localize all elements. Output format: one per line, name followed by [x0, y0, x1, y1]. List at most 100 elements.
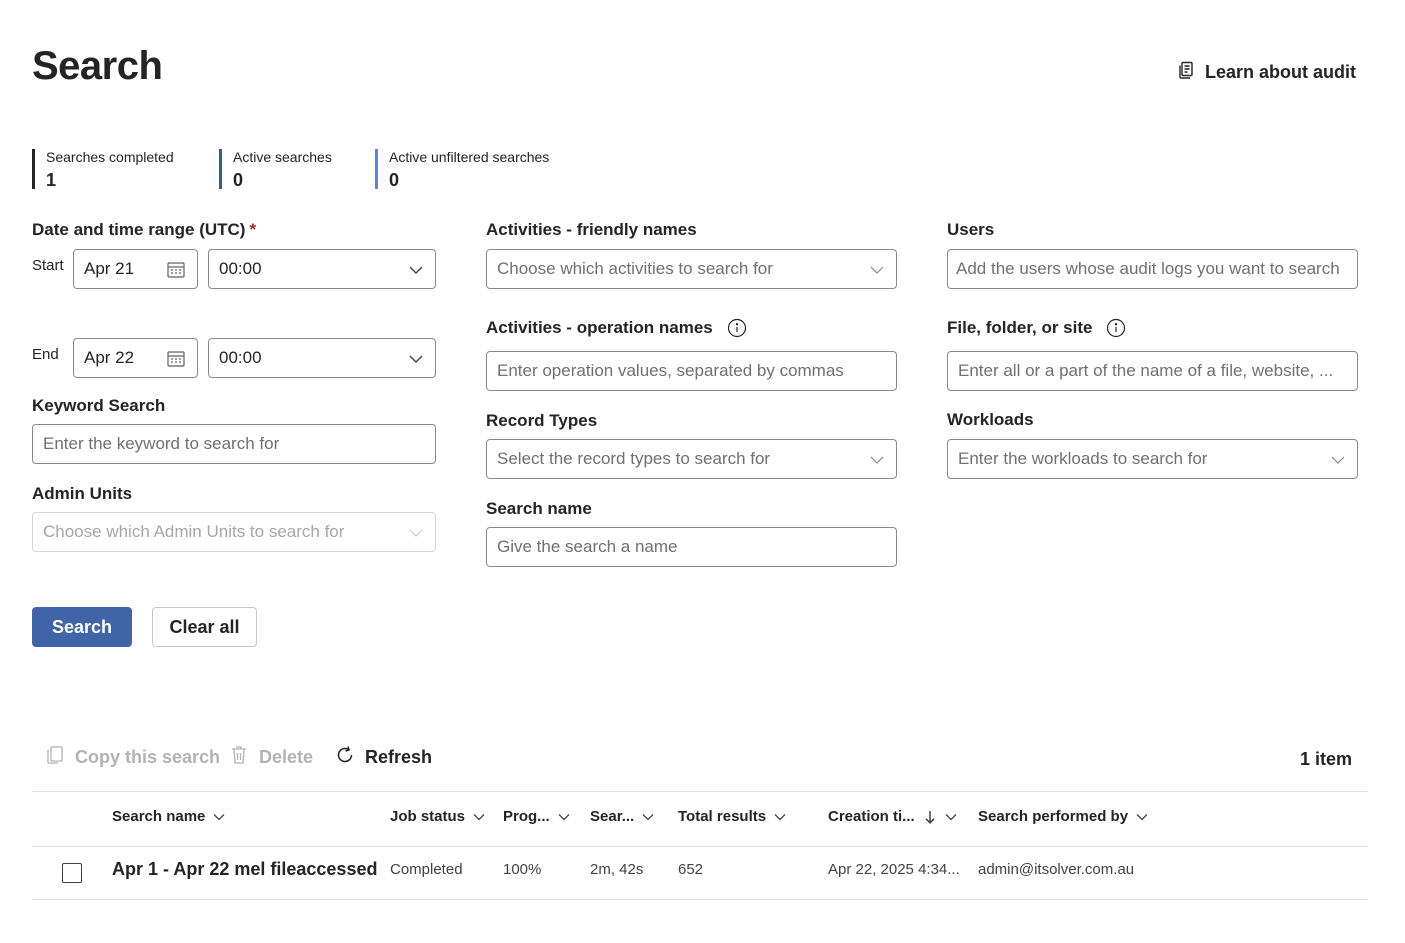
chevron-down-icon — [774, 813, 786, 820]
activities-friendly-select[interactable]: Choose which activities to search for — [486, 249, 897, 289]
row-divider — [32, 899, 1368, 900]
copy-search-button: Copy this search — [44, 744, 220, 771]
end-date-picker[interactable]: Apr 22 — [73, 338, 198, 378]
end-label: End — [32, 346, 59, 363]
chevron-down-icon — [1136, 813, 1148, 820]
activities-friendly-placeholder: Choose which activities to search for — [497, 259, 773, 278]
search-name-input[interactable]: Give the search a name — [486, 527, 897, 567]
column-header-label: Total results — [678, 808, 767, 825]
stat-label: Active searches — [233, 149, 332, 165]
start-time-value: 00:00 — [219, 259, 262, 278]
row-creation-time: Apr 22, 2025 4:34... — [828, 861, 960, 878]
chevron-down-icon — [558, 813, 570, 820]
end-date-value: Apr 22 — [84, 348, 135, 367]
column-header-job-status[interactable]: Job status — [390, 808, 485, 825]
keyword-search-input[interactable]: Enter the keyword to search for — [32, 424, 436, 464]
chevron-down-icon — [870, 453, 884, 467]
stat-label: Active unfiltered searches — [389, 149, 550, 165]
column-header-label: Search name — [112, 808, 206, 825]
row-search-time: 2m, 42s — [590, 861, 644, 878]
toolbar-divider — [32, 791, 1368, 792]
record-types-placeholder: Select the record types to search for — [497, 449, 771, 468]
start-time-select[interactable]: 00:00 — [208, 249, 436, 289]
column-header-search-time[interactable]: Sear... — [590, 808, 654, 825]
learn-about-audit-link[interactable]: Learn about audit — [1176, 60, 1356, 85]
search-name-placeholder: Give the search a name — [497, 537, 678, 556]
chevron-down-icon — [642, 813, 654, 820]
row-search-name[interactable]: Apr 1 - Apr 22 mel fileaccessed — [112, 859, 377, 880]
column-header-label: Job status — [390, 808, 466, 825]
row-job-status: Completed — [390, 861, 463, 878]
stat-searches-completed: Searches completed 1 — [32, 149, 174, 190]
search-button[interactable]: Search — [32, 607, 132, 647]
activities-operation-label: Activities - operation names — [486, 318, 747, 338]
chevron-down-icon — [409, 263, 423, 277]
refresh-icon — [334, 744, 356, 771]
row-performed-by: admin@itsolver.com.au — [978, 861, 1135, 878]
clear-all-button[interactable]: Clear all — [152, 607, 257, 647]
column-header-search-name[interactable]: Search name — [112, 808, 225, 825]
keyword-search-label: Keyword Search — [32, 396, 166, 415]
required-mark: * — [249, 220, 257, 239]
column-header-search-performed-by[interactable]: Search performed by — [978, 808, 1148, 825]
header-divider — [32, 846, 1368, 847]
stat-value: 1 — [46, 170, 57, 190]
stat-label: Searches completed — [46, 149, 174, 165]
stat-active-searches: Active searches 0 — [219, 149, 332, 190]
column-header-label: Creation ti... — [828, 808, 915, 825]
chevron-down-icon — [473, 813, 485, 820]
record-types-label: Record Types — [486, 411, 598, 430]
keyword-placeholder: Enter the keyword to search for — [43, 434, 280, 453]
row-checkbox[interactable] — [62, 863, 82, 883]
chevron-down-icon — [870, 263, 884, 277]
users-input[interactable]: Add the users whose audit logs you want … — [947, 249, 1358, 289]
copy-search-label: Copy this search — [75, 747, 221, 767]
column-header-label: Search performed by — [978, 808, 1129, 825]
documents-icon — [1176, 60, 1196, 85]
file-folder-site-input[interactable]: Enter all or a part of the name of a fil… — [947, 351, 1358, 391]
activities-operation-input[interactable]: Enter operation values, separated by com… — [486, 351, 897, 391]
calendar-icon[interactable] — [166, 349, 186, 374]
info-icon[interactable] — [727, 318, 747, 338]
activities-operation-label-text: Activities - operation names — [486, 318, 713, 337]
start-label: Start — [32, 257, 64, 274]
row-progress: 100% — [503, 861, 542, 878]
activities-friendly-label: Activities - friendly names — [486, 220, 697, 239]
search-name-label: Search name — [486, 499, 592, 518]
workloads-placeholder: Enter the workloads to search for — [958, 449, 1208, 468]
users-label: Users — [947, 220, 995, 239]
end-time-select[interactable]: 00:00 — [208, 338, 436, 378]
workloads-select[interactable]: Enter the workloads to search for — [947, 439, 1358, 479]
stat-value: 0 — [233, 170, 244, 190]
delete-label: Delete — [259, 747, 314, 767]
info-icon[interactable] — [1106, 318, 1126, 338]
refresh-button[interactable]: Refresh — [334, 744, 432, 771]
row-total-results: 652 — [678, 861, 704, 878]
date-range-label-text: Date and time range (UTC) — [32, 220, 246, 239]
learn-link-label: Learn about audit — [1205, 62, 1357, 82]
admin-units-label: Admin Units — [32, 484, 133, 503]
chevron-down-icon — [409, 526, 423, 540]
chevron-down-icon — [1331, 453, 1345, 467]
calendar-icon[interactable] — [166, 260, 186, 285]
file-folder-site-label-text: File, folder, or site — [947, 318, 1093, 337]
file-folder-site-placeholder: Enter all or a part of the name of a fil… — [958, 361, 1334, 380]
column-header-total-results[interactable]: Total results — [678, 808, 786, 825]
refresh-label: Refresh — [365, 747, 433, 767]
admin-units-placeholder: Choose which Admin Units to search for — [43, 522, 345, 541]
start-date-picker[interactable]: Apr 21 — [73, 249, 198, 289]
users-placeholder: Add the users whose audit logs you want … — [956, 259, 1340, 278]
column-header-creation-time[interactable]: Creation ti... — [828, 808, 957, 825]
date-range-label: Date and time range (UTC) * — [32, 220, 256, 240]
column-header-label: Prog... — [503, 808, 550, 825]
trash-icon — [228, 744, 250, 771]
chevron-down-icon — [945, 813, 957, 820]
chevron-down-icon — [409, 352, 423, 366]
column-header-progress[interactable]: Prog... — [503, 808, 570, 825]
end-time-value: 00:00 — [219, 348, 262, 367]
copy-icon — [44, 744, 66, 771]
record-types-select[interactable]: Select the record types to search for — [486, 439, 897, 479]
workloads-label: Workloads — [947, 410, 1034, 429]
column-header-label: Sear... — [590, 808, 635, 825]
start-date-value: Apr 21 — [84, 259, 135, 278]
